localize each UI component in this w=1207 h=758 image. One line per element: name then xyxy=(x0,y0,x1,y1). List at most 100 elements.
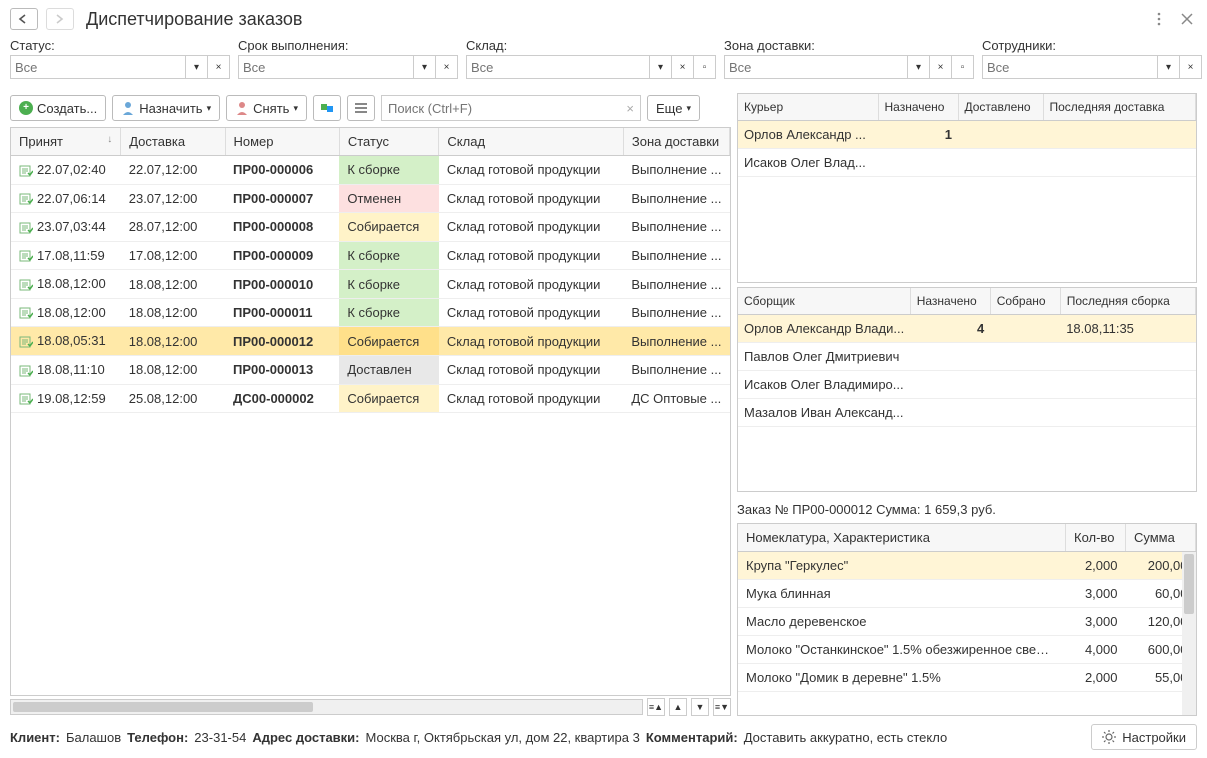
cell-assigned: 1 xyxy=(878,121,958,149)
table-row[interactable]: 18.08,12:0018.08,12:00ПР00-000010К сборк… xyxy=(11,270,730,299)
scroll-down-button[interactable]: ▼ xyxy=(691,698,709,716)
create-button[interactable]: + Создать... xyxy=(10,95,106,121)
cell-item-name: Крупа "Геркулес" xyxy=(738,552,1066,580)
filter-due-clear-button[interactable]: × xyxy=(436,55,458,79)
couriers-col-last[interactable]: Последняя доставка xyxy=(1043,94,1196,121)
table-row[interactable]: 19.08,12:5925.08,12:00ДС00-000002Собирае… xyxy=(11,384,730,413)
scroll-thumb[interactable] xyxy=(13,702,313,712)
kebab-menu-button[interactable] xyxy=(1149,9,1169,29)
nav-back-button[interactable] xyxy=(10,8,38,30)
assign-label: Назначить xyxy=(139,101,202,116)
config-button[interactable] xyxy=(347,95,375,121)
cell-zone: Выполнение ... xyxy=(623,355,729,384)
filter-staff-select[interactable] xyxy=(982,55,1158,79)
orders-col-accepted[interactable]: Принят↓ xyxy=(11,128,121,156)
cell-accepted: 22.07,06:14 xyxy=(11,184,121,213)
filter-warehouse-open-button[interactable]: ▫ xyxy=(694,55,716,79)
order-summary-text: Заказ № ПР00-000012 Сумма: 1 659,3 руб. xyxy=(737,500,1197,519)
packers-col-last[interactable]: Последняя сборка xyxy=(1060,288,1195,315)
table-row[interactable]: 17.08,11:5917.08,12:00ПР00-000009К сборк… xyxy=(11,241,730,270)
filter-status-select[interactable] xyxy=(10,55,186,79)
nav-forward-button[interactable] xyxy=(46,8,74,30)
cell-number: ПР00-000010 xyxy=(225,270,339,299)
cell-assigned: 4 xyxy=(910,315,990,343)
table-row[interactable]: Мазалов Иван Александ... xyxy=(738,399,1196,427)
packers-col-collected[interactable]: Собрано xyxy=(990,288,1060,315)
cell-last xyxy=(1043,149,1196,177)
filter-zone-open-button[interactable]: ▫ xyxy=(952,55,974,79)
create-label: Создать... xyxy=(37,101,97,116)
table-row[interactable]: Исаков Олег Владимиро... xyxy=(738,371,1196,399)
filter-warehouse-select[interactable] xyxy=(466,55,650,79)
table-row[interactable]: 22.07,06:1423.07,12:00ПР00-000007Отменен… xyxy=(11,184,730,213)
assign-button[interactable]: Назначить ▾ xyxy=(112,95,220,121)
items-col-name[interactable]: Номеклатура, Характеристика xyxy=(738,524,1066,552)
table-row[interactable]: Молоко "Останкинское" 1.5% обезжиренное … xyxy=(738,636,1196,664)
table-row[interactable]: Масло деревенское3,000120,00 xyxy=(738,608,1196,636)
packers-col-assigned[interactable]: Назначено xyxy=(910,288,990,315)
table-row[interactable]: Исаков Олег Влад... xyxy=(738,149,1196,177)
table-row[interactable]: Павлов Олег Дмитриевич xyxy=(738,343,1196,371)
unassign-button[interactable]: Снять ▾ xyxy=(226,95,307,121)
filter-zone-dropdown-button[interactable]: ▾ xyxy=(908,55,930,79)
orders-col-zone[interactable]: Зона доставки xyxy=(623,128,729,156)
plus-icon: + xyxy=(19,101,33,115)
scroll-top-button[interactable]: ≡▲ xyxy=(647,698,665,716)
filter-status-label: Статус: xyxy=(10,38,230,53)
filter-due-dropdown-button[interactable]: ▾ xyxy=(414,55,436,79)
filter-staff-dropdown-button[interactable]: ▾ xyxy=(1158,55,1180,79)
gear-icon xyxy=(1102,730,1116,744)
scroll-bottom-button[interactable]: ≡▼ xyxy=(713,698,731,716)
more-button[interactable]: Еще ▾ xyxy=(647,95,700,121)
filter-staff-label: Сотрудники: xyxy=(982,38,1202,53)
scroll-up-button[interactable]: ▲ xyxy=(669,698,687,716)
cell-delivery: 18.08,12:00 xyxy=(121,298,225,327)
filter-zone-select[interactable] xyxy=(724,55,908,79)
table-row[interactable]: 23.07,03:4428.07,12:00ПР00-000008Собирае… xyxy=(11,213,730,242)
filter-due-select[interactable] xyxy=(238,55,414,79)
table-row[interactable]: Орлов Александр ...1 xyxy=(738,121,1196,149)
filter-status-dropdown-button[interactable]: ▾ xyxy=(186,55,208,79)
close-button[interactable] xyxy=(1177,9,1197,29)
table-row[interactable]: Мука блинная3,00060,00 xyxy=(738,580,1196,608)
table-row[interactable]: Крупа "Геркулес"2,000200,00 xyxy=(738,552,1196,580)
filter-status-clear-button[interactable]: × xyxy=(208,55,230,79)
table-row[interactable]: 18.08,11:1018.08,12:00ПР00-000013Доставл… xyxy=(11,355,730,384)
items-col-sum[interactable]: Сумма xyxy=(1126,524,1196,552)
cell-item-name: Молоко "Домик в деревне" 1.5% xyxy=(738,664,1066,692)
couriers-col-assigned[interactable]: Назначено xyxy=(878,94,958,121)
search-clear-button[interactable]: × xyxy=(626,101,634,116)
items-col-qty[interactable]: Кол-во xyxy=(1066,524,1126,552)
table-row[interactable]: 18.08,05:3118.08,12:00ПР00-000012Собирае… xyxy=(11,327,730,356)
cell-status: К сборке xyxy=(339,298,439,327)
cell-qty: 2,000 xyxy=(1066,664,1126,692)
orders-hscroll[interactable] xyxy=(10,699,643,715)
cell-status: Собирается xyxy=(339,384,439,413)
search-input[interactable] xyxy=(388,101,622,116)
filter-warehouse-clear-button[interactable]: × xyxy=(672,55,694,79)
couriers-col-name[interactable]: Курьер xyxy=(738,94,878,121)
filter-staff-clear-button[interactable]: × xyxy=(1180,55,1202,79)
table-row[interactable]: Молоко "Домик в деревне" 1.5%2,00055,00 xyxy=(738,664,1196,692)
items-vscroll[interactable] xyxy=(1182,552,1196,715)
filter-warehouse-dropdown-button[interactable]: ▾ xyxy=(650,55,672,79)
cell-warehouse: Склад готовой продукции xyxy=(439,270,623,299)
orders-col-number[interactable]: Номер xyxy=(225,128,339,156)
sort-asc-icon: ↓ xyxy=(107,134,112,145)
orders-col-status[interactable]: Статус xyxy=(339,128,439,156)
footer-comment-value: Доставить аккуратно, есть стекло xyxy=(744,730,948,745)
scroll-thumb[interactable] xyxy=(1184,554,1194,614)
table-row[interactable]: 18.08,12:0018.08,12:00ПР00-000011К сборк… xyxy=(11,298,730,327)
more-label: Еще xyxy=(656,101,682,116)
table-row[interactable]: Орлов Александр Влади...418.08,11:35 xyxy=(738,315,1196,343)
table-row[interactable]: 22.07,02:4022.07,12:00ПР00-000006К сборк… xyxy=(11,156,730,185)
orders-col-delivery[interactable]: Доставка xyxy=(121,128,225,156)
settings-button[interactable]: Настройки xyxy=(1091,724,1197,750)
packers-col-name[interactable]: Сборщик xyxy=(738,288,910,315)
orders-col-warehouse[interactable]: Склад xyxy=(439,128,623,156)
filter-zone-clear-button[interactable]: × xyxy=(930,55,952,79)
cell-accepted: 18.08,05:31 xyxy=(11,327,121,356)
couriers-col-delivered[interactable]: Доставлено xyxy=(958,94,1043,121)
refresh-button[interactable] xyxy=(313,95,341,121)
cell-delivery: 28.07,12:00 xyxy=(121,213,225,242)
